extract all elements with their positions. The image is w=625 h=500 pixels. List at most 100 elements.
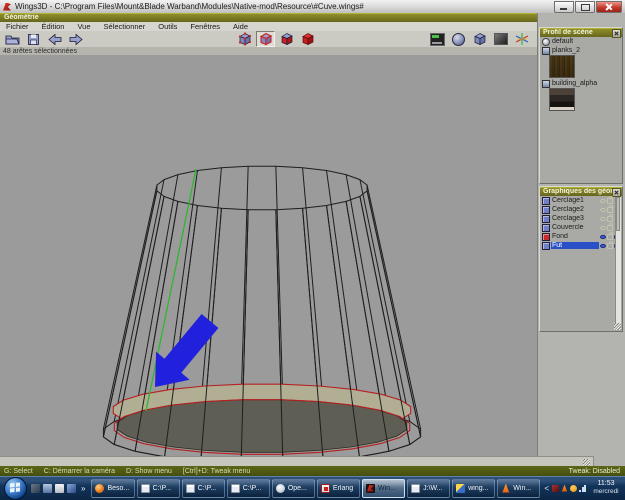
taskbar-button-document[interactable]: J:\W... [407, 479, 450, 498]
lock-icon[interactable] [607, 207, 613, 213]
geometry-graph-panel[interactable]: Graphiques des géométries Cerclage1 Cerc… [539, 186, 623, 332]
save-button[interactable] [24, 31, 43, 47]
geometry-graph-header[interactable]: Graphiques des géométries [540, 187, 622, 196]
redo-button[interactable] [66, 31, 85, 47]
lock-icon[interactable] [607, 198, 613, 204]
outliner-item-planks[interactable]: planks_2 [540, 46, 622, 55]
menu-vue[interactable]: Vue [77, 22, 90, 31]
visibility-eye-icon[interactable] [600, 244, 606, 248]
quick-launch-icon[interactable] [67, 484, 76, 493]
wireframe-cube-icon [472, 32, 487, 46]
tray-vlc-icon[interactable] [561, 485, 568, 492]
menu-aide[interactable]: Aide [233, 22, 248, 31]
quick-launch-icon[interactable] [31, 484, 40, 493]
selection-status-text: 48 arêtes sélectionnées [3, 48, 77, 55]
show-axes-button[interactable] [512, 31, 531, 47]
object-row-cerclage3[interactable]: Cerclage3 [540, 214, 622, 223]
wireframe-cone-model [0, 55, 537, 456]
visibility-eye-icon[interactable] [600, 208, 606, 212]
object-label: Cerclage1 [551, 197, 599, 204]
tray-expand-icon[interactable]: < [544, 484, 549, 493]
select-edge-button[interactable] [256, 31, 275, 47]
geometry-viewport[interactable] [0, 55, 537, 456]
taskbar-button-erlang[interactable]: Erlang [317, 479, 360, 498]
geometry-window-title: Géométrie [4, 14, 39, 21]
outliner-panel[interactable]: Profil de scène default planks_2 buildin… [539, 27, 623, 184]
outliner-item-building-alpha[interactable]: building_alpha [540, 79, 622, 88]
axes-star-icon [515, 32, 529, 46]
background-button[interactable] [491, 31, 510, 47]
quick-launch-icon[interactable] [43, 484, 52, 493]
object-row-fond[interactable]: Fond [540, 232, 622, 241]
windows-taskbar: » Beso... C:\P... C:\P... C:\P... Ope...… [0, 476, 625, 500]
visibility-eye-icon[interactable] [600, 217, 606, 221]
tray-network-icon[interactable] [579, 485, 586, 492]
visibility-eye-icon[interactable] [600, 226, 606, 230]
menu-fenetres[interactable]: Fenêtres [190, 22, 220, 31]
geometry-window-titlebar[interactable]: Géométrie [0, 13, 537, 22]
window-resize-grip[interactable] [583, 459, 590, 466]
menu-edition[interactable]: Édition [42, 22, 65, 31]
taskbar-button-openoffice[interactable]: Ope... [272, 479, 315, 498]
minimize-button[interactable] [554, 1, 574, 13]
lock-icon[interactable] [607, 225, 613, 231]
tray-app-icon[interactable] [552, 485, 559, 492]
geometry-graph-close-icon[interactable] [612, 188, 621, 197]
lock-icon[interactable] [607, 243, 613, 249]
tray-volume-icon[interactable] [570, 485, 577, 492]
start-button[interactable] [4, 477, 27, 500]
select-face-button[interactable] [277, 31, 296, 47]
image-icon [542, 80, 550, 88]
taskbar-button-document[interactable]: C:\P... [182, 479, 225, 498]
select-body-button[interactable] [298, 31, 317, 47]
task-buttons: Beso... C:\P... C:\P... C:\P... Ope... E… [91, 479, 540, 498]
view-settings-button[interactable] [428, 31, 447, 47]
undo-button[interactable] [45, 31, 64, 47]
object-row-cerclage2[interactable]: Cerclage2 [540, 205, 622, 214]
object-row-cerclage1[interactable]: Cerclage1 [540, 196, 622, 205]
taskbar-button-firefox[interactable]: Beso... [91, 479, 134, 498]
hint-menu: D: Show menu [126, 468, 172, 475]
maximize-button[interactable] [575, 1, 595, 13]
select-vertex-button[interactable] [235, 31, 254, 47]
taskbar-button-document[interactable]: C:\P... [137, 479, 180, 498]
lock-icon[interactable] [607, 234, 613, 240]
object-cube-icon [542, 206, 550, 214]
taskbar-clock[interactable]: 11:53 mercredi [589, 480, 623, 496]
wings3d-icon [366, 484, 375, 493]
window-titlebar[interactable]: Wings3D - C:\Program Files\Mount&Blade W… [0, 0, 625, 14]
geometry-graph-scrollbar[interactable] [615, 197, 621, 330]
outliner-close-icon[interactable] [612, 29, 621, 38]
taskbar-button-document[interactable]: C:\P... [227, 479, 270, 498]
building-alpha-texture-thumbnail[interactable] [549, 88, 575, 111]
visibility-eye-icon[interactable] [600, 199, 606, 203]
outliner-item-label: building_alpha [552, 80, 597, 87]
object-row-fut[interactable]: Fut [540, 241, 622, 250]
taskbar-button-installer[interactable]: wing... [452, 479, 495, 498]
taskbar-button-wings3d[interactable]: Win... [362, 479, 405, 498]
body-mode-icon [300, 32, 315, 46]
object-cube-icon [542, 197, 550, 205]
menu-outils[interactable]: Outils [158, 22, 177, 31]
menu-selectionner[interactable]: Sélectionner [104, 22, 146, 31]
taskbar-button-vlc[interactable]: Win... [497, 479, 540, 498]
visibility-eye-icon[interactable] [600, 235, 606, 239]
redo-arrow-icon [69, 33, 83, 46]
object-row-couvercle[interactable]: Couvercle [540, 223, 622, 232]
scrollbar-thumb[interactable] [616, 197, 620, 231]
outliner-header[interactable]: Profil de scène [540, 28, 622, 37]
smooth-preview-button[interactable] [449, 31, 468, 47]
panel-resize-grip[interactable] [614, 323, 621, 330]
outliner-item-default[interactable]: default [540, 37, 622, 46]
lock-icon[interactable] [607, 216, 613, 222]
open-button[interactable] [3, 31, 22, 47]
quick-launch-icon[interactable] [55, 484, 64, 493]
quick-launch-expand-icon[interactable]: » [81, 484, 85, 493]
close-button[interactable] [596, 1, 622, 13]
object-cube-icon [542, 215, 550, 223]
smooth-sphere-icon [452, 33, 465, 46]
clock-time: 11:53 [589, 480, 623, 488]
planks-texture-thumbnail[interactable] [549, 55, 575, 78]
menu-fichier[interactable]: Fichier [6, 22, 29, 31]
orthogonal-view-button[interactable] [470, 31, 489, 47]
